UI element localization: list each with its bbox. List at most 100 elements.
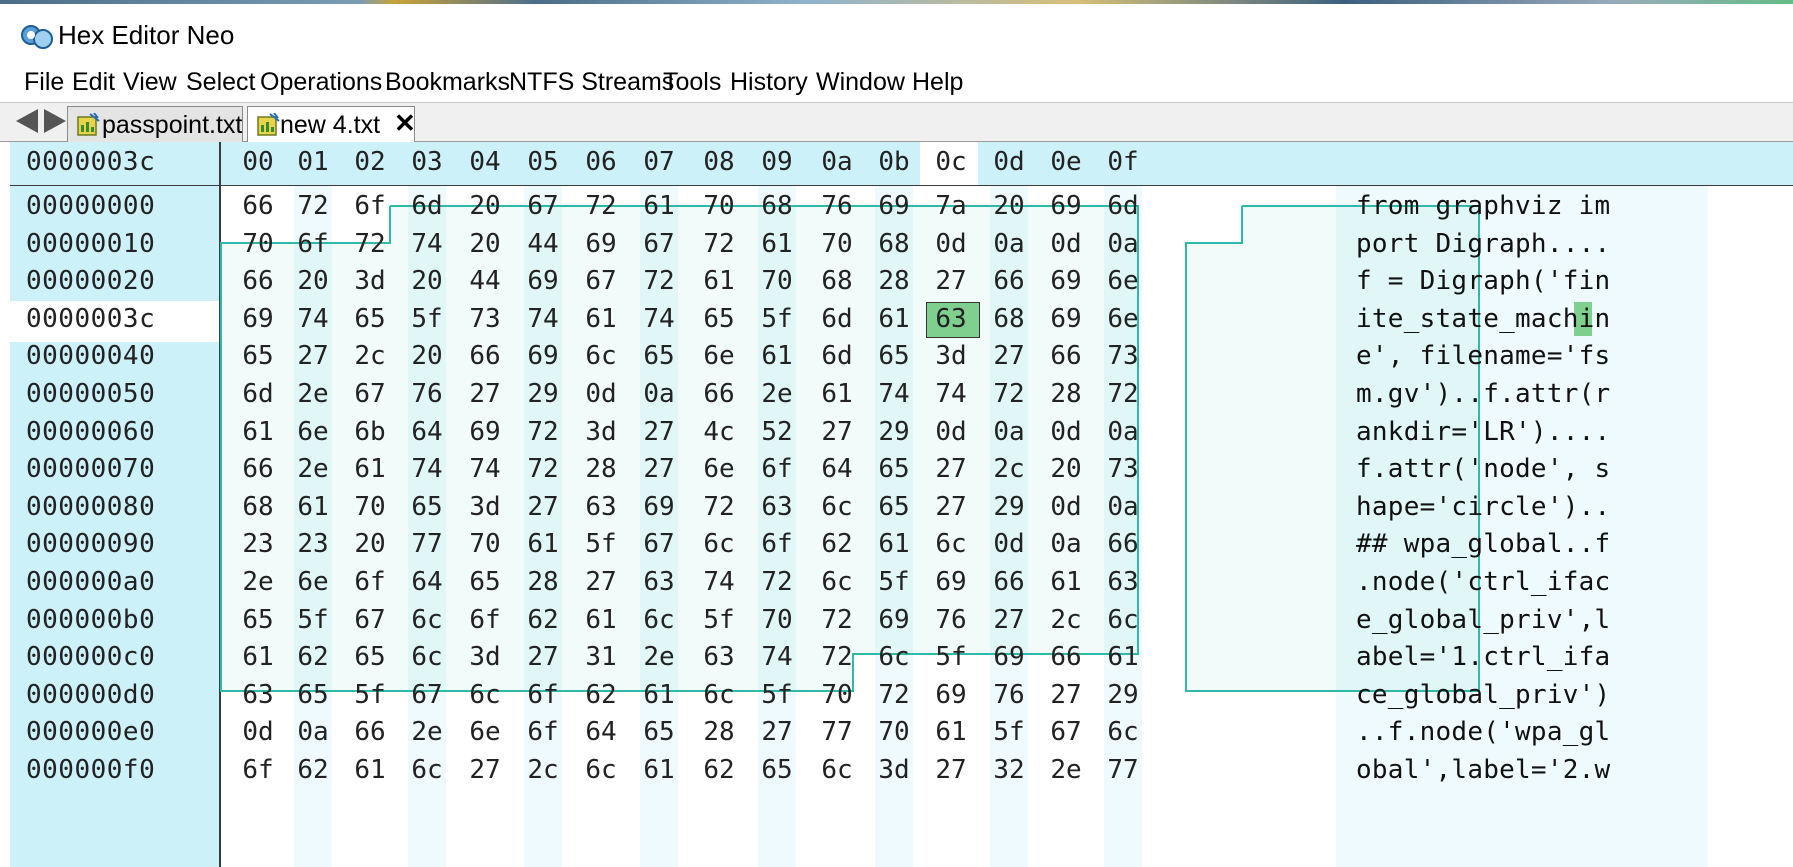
hex-byte[interactable]: 2c [339,336,401,377]
hex-byte[interactable]: 72 [746,562,808,603]
hex-byte[interactable]: 69 [863,600,925,641]
hex-byte[interactable]: 2c [978,449,1040,490]
ascii-row[interactable]: f = Digraph('fin [1356,261,1610,302]
ascii-row[interactable]: .node('ctrl_ifac [1356,562,1610,603]
hex-byte[interactable]: 0a [628,374,690,415]
hex-byte[interactable]: 62 [570,675,632,716]
hex-byte[interactable]: 74 [863,374,925,415]
hex-byte[interactable]: 2e [282,449,344,490]
hex-byte[interactable]: 7a [920,186,982,227]
hex-byte[interactable]: 65 [454,562,516,603]
hex-byte[interactable]: 6f [512,712,574,753]
hex-byte[interactable]: 20 [454,224,516,265]
hex-byte[interactable]: 74 [454,449,516,490]
hex-byte[interactable]: 6e [282,412,344,453]
hex-byte[interactable]: 6f [512,675,574,716]
hex-byte[interactable]: 65 [339,299,401,340]
hex-byte[interactable]: 74 [396,449,458,490]
hex-byte[interactable]: 52 [746,412,808,453]
hex-byte[interactable]: 65 [688,299,750,340]
hex-byte[interactable]: 68 [806,261,868,302]
hex-byte[interactable]: 70 [806,675,868,716]
hex-byte[interactable]: 69 [512,336,574,377]
ascii-row[interactable]: abel='1.ctrl_ifa [1356,637,1610,678]
tab-scroll-left-icon[interactable] [16,109,38,133]
hex-byte[interactable]: 69 [570,224,632,265]
hex-byte[interactable]: 72 [339,224,401,265]
hex-byte[interactable]: 6c [570,750,632,791]
menu-file[interactable]: File [24,68,64,97]
hex-byte[interactable]: 66 [978,562,1040,603]
hex-byte[interactable]: 6e [282,562,344,603]
hex-byte[interactable]: 74 [688,562,750,603]
ascii-row[interactable]: ..f.node('wpa_gl [1356,712,1610,753]
hex-byte[interactable]: 61 [806,374,868,415]
hex-byte[interactable]: 64 [396,562,458,603]
hex-byte[interactable]: 67 [339,600,401,641]
hex-byte[interactable]: 65 [628,336,690,377]
hex-byte[interactable]: 6c [806,487,868,528]
hex-byte[interactable]: 3d [920,336,982,377]
hex-byte[interactable]: 0a [978,224,1040,265]
hex-byte[interactable]: 61 [628,675,690,716]
hex-byte[interactable]: 27 [1035,675,1097,716]
hex-byte[interactable]: 0d [1035,412,1097,453]
hex-byte[interactable]: 27 [920,487,982,528]
hex-byte[interactable]: 66 [454,336,516,377]
hex-byte[interactable]: 0d [1035,224,1097,265]
hex-byte[interactable]: 6c [396,600,458,641]
hex-byte[interactable]: 69 [628,487,690,528]
hex-byte[interactable]: 27 [282,336,344,377]
hex-byte[interactable]: 72 [570,186,632,227]
hex-byte[interactable]: 28 [688,712,750,753]
hex-byte[interactable]: 0d [978,524,1040,565]
hex-byte[interactable]: 70 [454,524,516,565]
hex-byte[interactable]: 66 [978,261,1040,302]
hex-byte[interactable]: 66 [1092,524,1154,565]
hex-byte[interactable]: 66 [339,712,401,753]
hex-byte[interactable]: 65 [282,675,344,716]
hex-byte[interactable]: 27 [570,562,632,603]
hex-byte[interactable]: 61 [1092,637,1154,678]
hex-byte[interactable]: 27 [746,712,808,753]
hex-byte[interactable]: 2e [227,562,289,603]
hex-byte[interactable]: 72 [512,449,574,490]
hex-byte[interactable]: 3d [454,487,516,528]
hex-byte[interactable]: 65 [227,600,289,641]
hex-byte[interactable]: 67 [628,524,690,565]
hex-byte[interactable]: 6e [1092,261,1154,302]
hex-byte[interactable]: 2e [1035,750,1097,791]
hex-byte[interactable]: 6d [396,186,458,227]
hex-byte[interactable]: 27 [512,637,574,678]
hex-byte[interactable]: 61 [282,487,344,528]
ascii-row[interactable]: ite_state_machin [1356,299,1610,340]
hex-byte[interactable]: 73 [454,299,516,340]
hex-byte[interactable]: 67 [628,224,690,265]
hex-byte[interactable]: 2e [282,374,344,415]
hex-byte[interactable]: 63 [628,562,690,603]
hex-byte[interactable]: 4c [688,412,750,453]
hex-byte[interactable]: 23 [227,524,289,565]
hex-byte[interactable]: 65 [863,487,925,528]
hex-byte[interactable]: 74 [282,299,344,340]
hex-byte[interactable]: 20 [978,186,1040,227]
hex-byte[interactable]: 6c [628,600,690,641]
hex-byte[interactable]: 5f [978,712,1040,753]
hex-byte[interactable]: 20 [282,261,344,302]
hex-byte[interactable]: 5f [920,637,982,678]
hex-byte[interactable]: 29 [512,374,574,415]
hex-byte[interactable]: 74 [920,374,982,415]
hex-byte[interactable]: 72 [628,261,690,302]
hex-byte[interactable]: 6e [688,336,750,377]
hex-byte[interactable]: 5f [282,600,344,641]
hex-byte[interactable]: 62 [806,524,868,565]
hex-byte[interactable]: 0a [282,712,344,753]
hex-byte[interactable]: 27 [978,600,1040,641]
hex-byte[interactable]: 44 [512,224,574,265]
hex-byte[interactable]: 5f [688,600,750,641]
hex-byte[interactable]: 62 [512,600,574,641]
hex-byte[interactable]: 67 [570,261,632,302]
hex-byte[interactable]: 0a [978,412,1040,453]
hex-byte[interactable]: 77 [396,524,458,565]
ascii-row[interactable]: ## wpa_global..f [1356,524,1610,565]
